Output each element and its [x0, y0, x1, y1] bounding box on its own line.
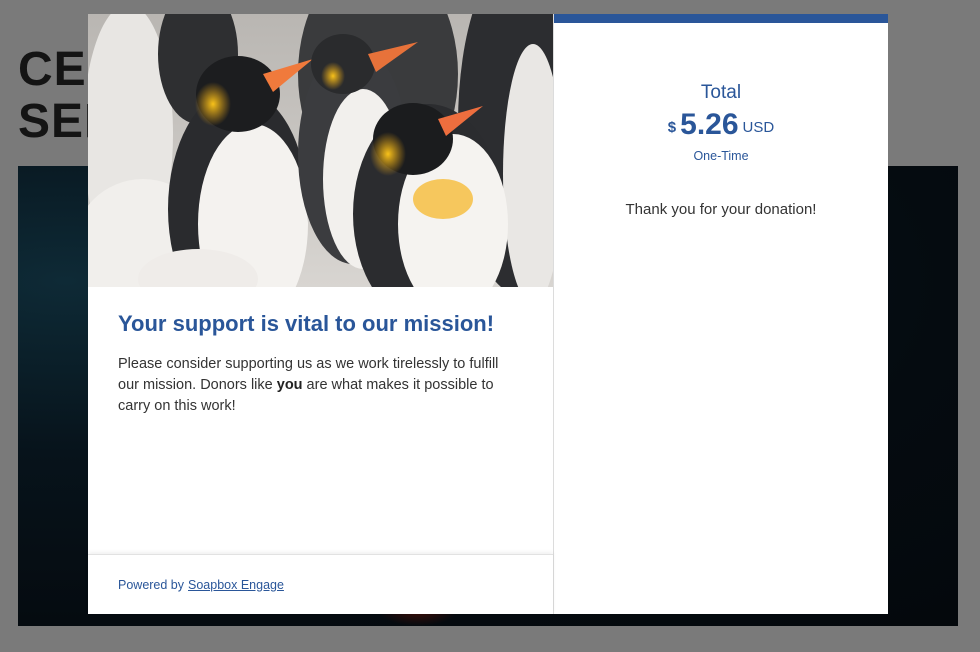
thank-you-message: Thank you for your donation!	[625, 201, 817, 218]
donation-frequency: One-Time	[693, 149, 749, 163]
appeal-panel: Your support is vital to our mission! Pl…	[88, 14, 554, 614]
penguins-image	[88, 14, 553, 287]
donation-modal: Your support is vital to our mission! Pl…	[88, 14, 888, 614]
total-label: Total	[700, 82, 742, 103]
powered-by-footer: Powered by Soapbox Engage	[88, 554, 553, 614]
appeal-body: Please consider supporting us as we work…	[118, 354, 518, 417]
accent-bar	[554, 14, 888, 23]
powered-by-label: Powered by	[118, 577, 185, 592]
appeal-heading: Your support is vital to our mission!	[118, 311, 495, 336]
amount-value: 5.26	[680, 108, 739, 141]
soapbox-engage-link[interactable]: Soapbox Engage	[188, 578, 284, 592]
currency-code: USD	[742, 119, 775, 136]
donation-amount: $5.26 USD	[554, 108, 888, 142]
donation-summary-panel: Total $5.26 USD One-Time Thank you for yo…	[554, 14, 888, 614]
appeal-body-emphasis: you	[276, 377, 303, 393]
currency-symbol: $	[667, 119, 677, 136]
